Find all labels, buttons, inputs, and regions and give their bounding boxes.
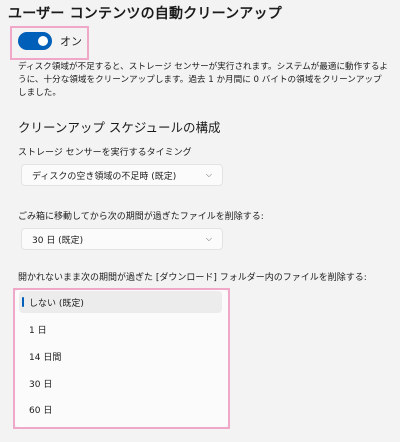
option-label: 60 日 — [29, 405, 53, 416]
toggle-state-label: オン — [60, 35, 82, 48]
option-label: 30 日 — [29, 379, 53, 390]
downloads-dropdown-menu: しない (既定) 1 日 14 日間 30 日 60 日 — [15, 290, 228, 427]
downloads-option-1-day[interactable]: 1 日 — [19, 318, 222, 340]
storage-sense-description: ディスク領域が不足すると、ストレージ センサーが実行されます。システムが最適に動… — [18, 62, 389, 98]
downloads-option-14-days[interactable]: 14 日間 — [19, 345, 222, 367]
downloads-label: 開かれないまま次の期間が過ぎた [ダウンロード] フォルダー内のファイルを削除す… — [18, 273, 367, 283]
chevron-down-icon: ⌵ — [205, 234, 212, 243]
selection-indicator — [22, 297, 24, 307]
auto-cleanup-toggle[interactable] — [18, 32, 52, 50]
chevron-down-icon: ⌵ — [205, 170, 212, 179]
recycle-bin-label: ごみ箱に移動してから次の期間が過ぎたファイルを削除する: — [18, 212, 264, 222]
recycle-bin-value: 30 日 (既定) — [32, 235, 84, 246]
run-timing-dropdown[interactable]: ディスクの空き領域の不足時 (既定) ⌵ — [21, 164, 223, 186]
downloads-option-30-days[interactable]: 30 日 — [19, 372, 222, 394]
schedule-section-title: クリーンアップ スケジュールの構成 — [18, 120, 221, 135]
downloads-option-60-days[interactable]: 60 日 — [19, 398, 222, 420]
downloads-option-never[interactable]: しない (既定) — [19, 291, 222, 313]
run-timing-value: ディスクの空き領域の不足時 (既定) — [32, 171, 177, 182]
recycle-bin-dropdown[interactable]: 30 日 (既定) ⌵ — [21, 228, 223, 250]
option-label: 1 日 — [29, 325, 47, 336]
option-label: 14 日間 — [29, 352, 62, 363]
page-title: ユーザー コンテンツの自動クリーンアップ — [8, 6, 282, 22]
toggle-knob — [38, 36, 48, 46]
storage-sense-settings: ユーザー コンテンツの自動クリーンアップ オン ディスク領域が不足すると、ストレ… — [0, 0, 400, 442]
run-timing-label: ストレージ センサーを実行するタイミング — [18, 148, 192, 158]
option-label: しない (既定) — [29, 298, 84, 309]
auto-cleanup-toggle-row[interactable]: オン — [18, 32, 82, 50]
